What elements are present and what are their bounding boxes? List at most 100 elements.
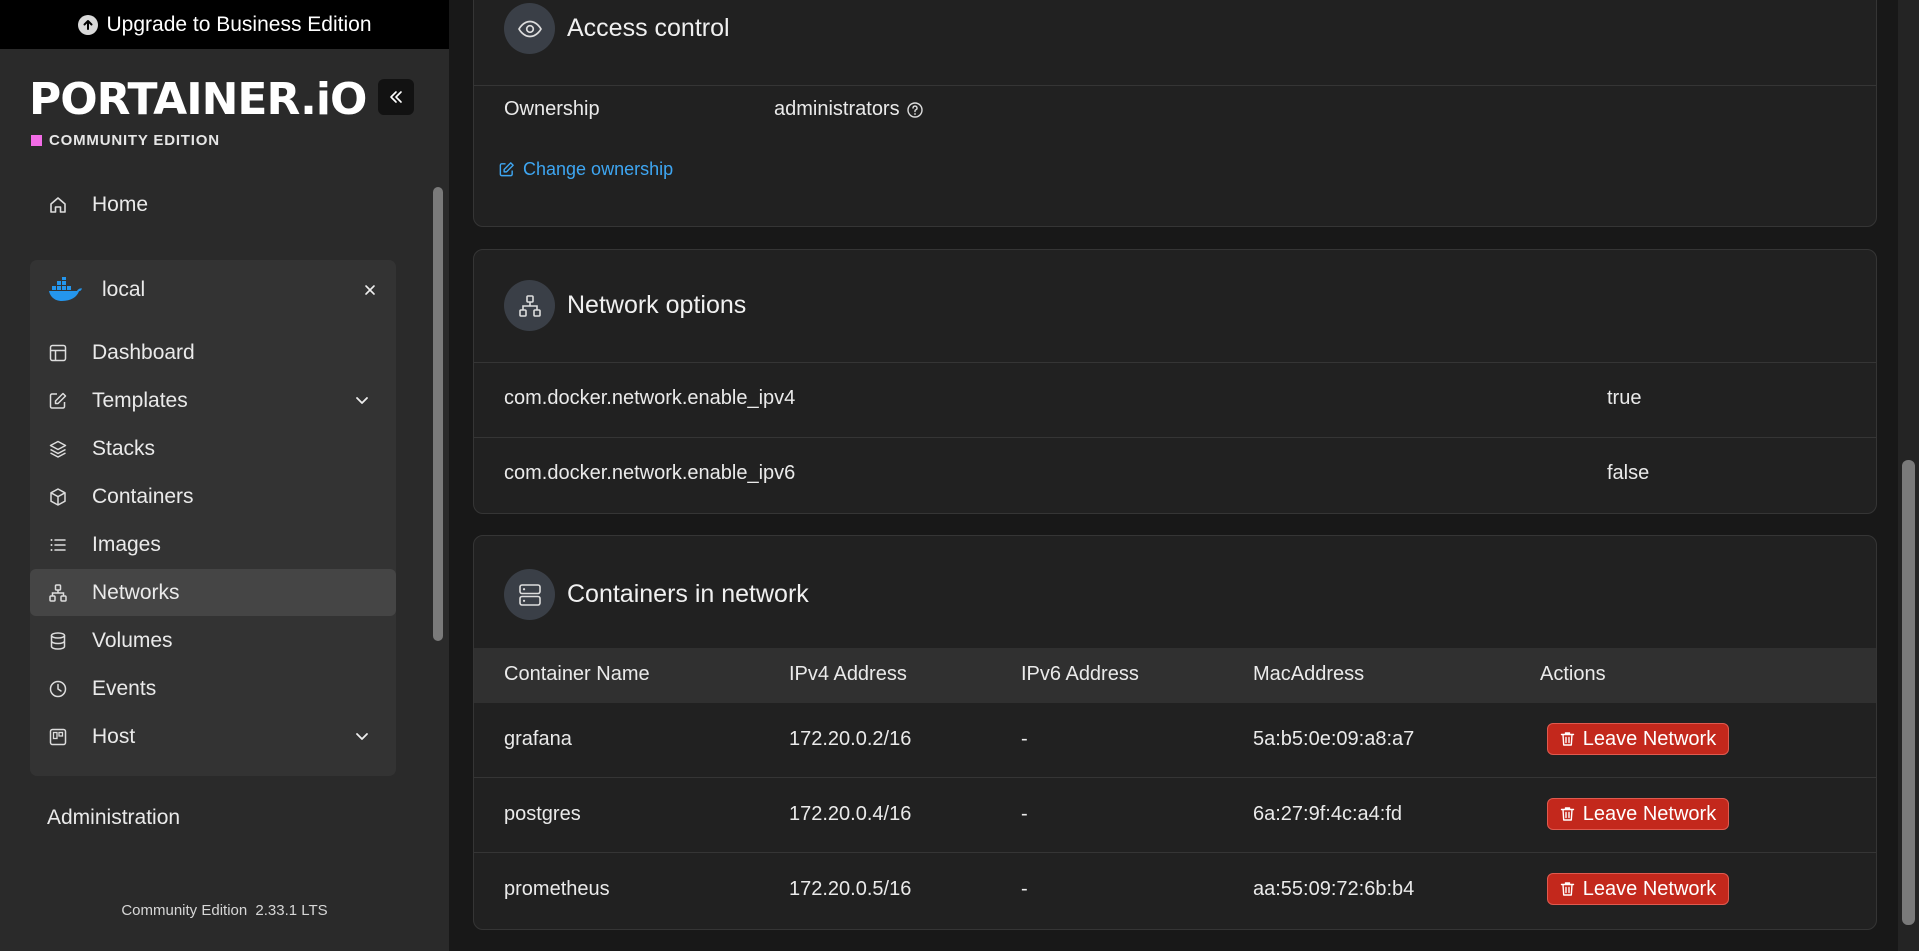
upgrade-label: Upgrade to Business Edition: [106, 12, 372, 36]
divider: [474, 85, 1876, 86]
server-icon: [504, 569, 555, 620]
ipv4-cell: 172.20.0.5/16: [789, 878, 912, 900]
sidebar-item-label: Networks: [92, 580, 180, 604]
leave-network-button[interactable]: Leave Network: [1547, 798, 1729, 830]
box-icon: [47, 486, 69, 508]
card-header: Access control: [504, 3, 730, 54]
docker-icon: [48, 277, 84, 303]
sidebar-item-host[interactable]: Host: [30, 713, 396, 760]
ipv6-cell: -: [1021, 728, 1028, 750]
sidebar-scrollbar[interactable]: [433, 187, 443, 641]
change-ownership-label: Change ownership: [523, 159, 674, 179]
column-header[interactable]: IPv6 Address: [1021, 663, 1139, 686]
mac-cell: 6a:27:9f:4c:a4:fd: [1253, 803, 1403, 825]
table-header: Container Name IPv4 Address IPv6 Address…: [474, 648, 1876, 703]
leave-network-label: Leave Network: [1582, 877, 1717, 900]
sidebar-item-label: Templates: [92, 388, 188, 412]
ipv4-cell: 172.20.0.2/16: [789, 728, 912, 750]
collapse-sidebar-button[interactable]: [378, 79, 414, 115]
footer-version: 2.33.1 LTS: [255, 902, 328, 919]
option-value: true: [1607, 387, 1642, 409]
leave-network-button[interactable]: Leave Network: [1547, 723, 1729, 755]
edit-icon: [499, 162, 514, 177]
option-key: com.docker.network.enable_ipv4: [504, 387, 796, 409]
card-title: Access control: [567, 14, 730, 42]
page-scrollbar-thumb[interactable]: [1902, 460, 1915, 925]
chevron-down-icon[interactable]: [354, 728, 370, 744]
network-options-card: Network options com.docker.network.enabl…: [473, 249, 1877, 514]
divider: [474, 777, 1876, 778]
network-icon: [47, 582, 69, 604]
trash-icon: [1560, 882, 1574, 896]
option-key: com.docker.network.enable_ipv6: [504, 462, 796, 484]
chevron-down-icon[interactable]: [354, 392, 370, 408]
container-name-link[interactable]: prometheus: [504, 878, 610, 901]
column-header: Actions: [1540, 663, 1606, 685]
sidebar-item-containers[interactable]: Containers: [30, 473, 396, 520]
sidebar-item-label: Events: [92, 676, 157, 700]
sidebar-item-networks[interactable]: Networks: [30, 569, 396, 616]
divider: [474, 852, 1876, 853]
upgrade-banner[interactable]: Upgrade to Business Edition: [0, 0, 450, 49]
card-title: Containers in network: [567, 580, 809, 608]
column-header[interactable]: Container Name: [504, 663, 650, 686]
edition-text: COMMUNITY EDITION: [49, 132, 220, 149]
sidebar-item-templates[interactable]: Templates: [30, 377, 396, 424]
sidebar-item-images[interactable]: Images: [30, 521, 396, 568]
environment-header[interactable]: local: [30, 270, 396, 310]
change-ownership-link[interactable]: Change ownership: [498, 159, 673, 180]
ipv6-cell: -: [1021, 803, 1028, 825]
containers-in-network-card: Containers in network Container Name IPv…: [473, 535, 1877, 930]
trash-icon: [1560, 807, 1574, 821]
sidebar-item-volumes[interactable]: Volumes: [30, 617, 396, 664]
divider: [474, 437, 1876, 438]
arrow-up-circle-icon: [77, 14, 98, 35]
mac-cell: 5a:b5:0e:09:a8:a7: [1253, 728, 1415, 750]
sidebar-item-dashboard[interactable]: Dashboard: [30, 329, 396, 376]
edition-label: COMMUNITY EDITION: [31, 132, 220, 149]
sidebar-item-label: Volumes: [92, 628, 173, 652]
list-icon: [47, 534, 69, 556]
sidebar-item-label: Stacks: [92, 436, 156, 460]
sidebar-item-administration[interactable]: Administration: [47, 806, 180, 830]
leave-network-label: Leave Network: [1582, 802, 1717, 825]
footer-edition: Community Edition: [121, 902, 248, 919]
sidebar-item-home[interactable]: Home: [30, 185, 396, 225]
card-header: Containers in network: [504, 569, 809, 620]
environment-section: local Dashboard Templates Stacks Contain…: [30, 260, 396, 776]
sidebar: Upgrade to Business Edition PORTAINER.iO…: [0, 0, 450, 951]
edit-icon: [47, 390, 69, 412]
sidebar-item-events[interactable]: Events: [30, 665, 396, 712]
close-icon[interactable]: [362, 282, 378, 298]
network-icon: [504, 280, 555, 331]
host-icon: [47, 726, 69, 748]
leave-network-button[interactable]: Leave Network: [1547, 873, 1729, 905]
database-icon: [47, 630, 69, 652]
portainer-logo[interactable]: PORTAINER.iO: [29, 72, 367, 128]
ownership-value: administrators: [774, 98, 924, 121]
sidebar-item-stacks[interactable]: Stacks: [30, 425, 396, 472]
chevrons-left-icon: [390, 91, 402, 103]
sidebar-item-label: Dashboard: [92, 340, 195, 364]
clock-icon: [47, 678, 69, 700]
divider: [474, 362, 1876, 363]
ownership-text: administrators: [774, 98, 900, 120]
environment-name: local: [102, 278, 146, 301]
container-name-link[interactable]: grafana: [504, 728, 572, 751]
sidebar-item-label: Host: [92, 724, 136, 748]
card-header: Network options: [504, 280, 746, 331]
column-header[interactable]: IPv4 Address: [789, 663, 907, 686]
sidebar-item-label: Home: [92, 193, 149, 216]
access-control-card: Access control Ownership administrators …: [473, 0, 1877, 227]
container-name-link[interactable]: postgres: [504, 803, 581, 826]
home-icon: [47, 194, 69, 216]
column-header[interactable]: MacAddress: [1253, 663, 1364, 686]
sidebar-item-label: Containers: [92, 484, 194, 508]
card-title: Network options: [567, 291, 747, 319]
option-value: false: [1607, 462, 1650, 484]
sidebar-item-label: Images: [92, 532, 161, 556]
ownership-label: Ownership: [504, 98, 600, 120]
help-icon[interactable]: [906, 101, 924, 119]
trash-icon: [1560, 732, 1574, 746]
leave-network-label: Leave Network: [1582, 727, 1717, 750]
